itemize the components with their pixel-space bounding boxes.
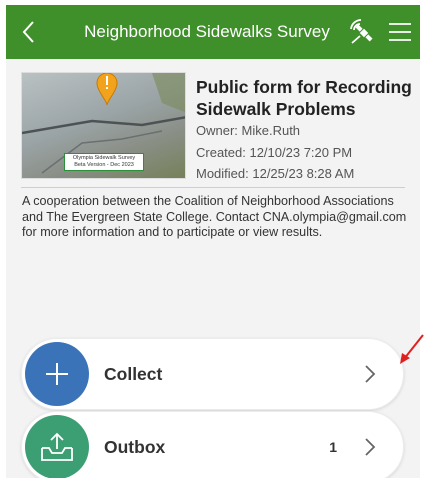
hamburger-menu-icon — [389, 23, 411, 41]
menu-button[interactable] — [380, 5, 420, 59]
app-header: Neighborhood Sidewalks Survey — [6, 5, 420, 59]
warning-marker-icon — [96, 73, 118, 106]
actions-area: Collect Outbox 1 — [6, 265, 420, 478]
form-created: Created: 12/10/23 7:20 PM — [196, 145, 353, 160]
form-description: A cooperation between the Coalition of N… — [22, 194, 407, 239]
chevron-left-icon — [22, 21, 34, 43]
plus-icon — [46, 363, 68, 385]
outbox-upload-icon — [41, 432, 73, 461]
annotation-arrow-icon — [400, 334, 424, 364]
chevron-right-icon — [355, 364, 385, 384]
form-info-panel: Olympia Sidewalk Survey Beta Version - D… — [6, 59, 420, 265]
form-thumbnail: Olympia Sidewalk Survey Beta Version - D… — [21, 72, 186, 179]
form-modified: Modified: 12/25/23 8:28 AM — [196, 166, 355, 181]
thumbnail-caption: Olympia Sidewalk Survey Beta Version - D… — [64, 153, 144, 171]
form-title: Public form for Recording Sidewalk Probl… — [196, 77, 412, 119]
collect-button[interactable]: Collect — [21, 338, 404, 410]
outbox-label: Outbox — [104, 436, 166, 457]
form-owner: Owner: Mike.Ruth — [196, 123, 301, 138]
thumbnail-caption-line1: Olympia Sidewalk Survey — [72, 155, 136, 161]
chevron-right-icon — [355, 437, 385, 457]
outbox-count: 1 — [329, 439, 337, 455]
outbox-icon-circle — [25, 415, 89, 478]
satellite-button[interactable] — [344, 5, 380, 59]
collect-label: Collect — [104, 363, 163, 384]
survey-title: Neighborhood Sidewalks Survey — [84, 22, 330, 41]
divider — [21, 187, 405, 188]
collect-icon-circle — [25, 342, 89, 406]
thumbnail-caption-line2: Beta Version - Dec 2023 — [74, 162, 134, 168]
satellite-icon — [350, 19, 373, 44]
back-button[interactable] — [6, 5, 50, 59]
outbox-button[interactable]: Outbox 1 — [21, 411, 404, 478]
